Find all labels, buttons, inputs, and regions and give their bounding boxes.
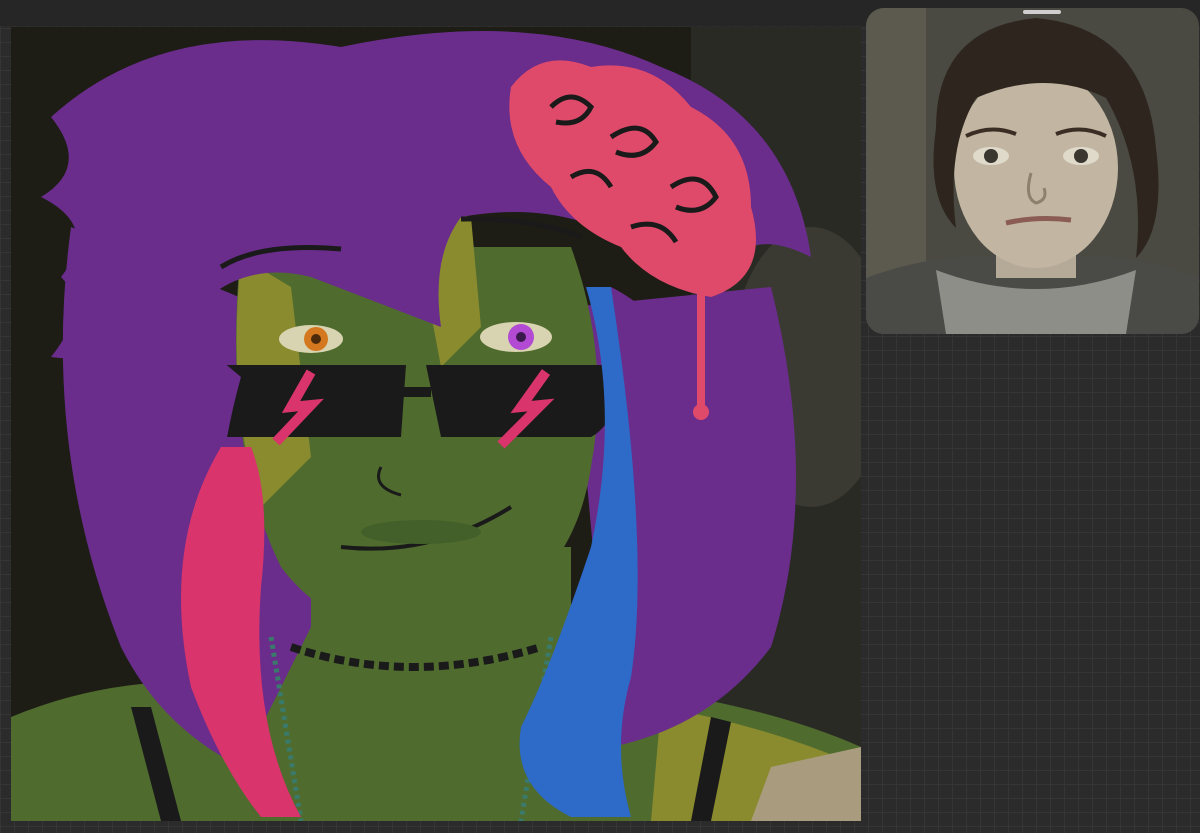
illustration [11,27,861,821]
reference-photo [866,8,1199,334]
drag-handle-icon[interactable] [1023,10,1061,14]
reference-window[interactable] [866,8,1199,334]
drawing-canvas[interactable] [11,27,861,821]
